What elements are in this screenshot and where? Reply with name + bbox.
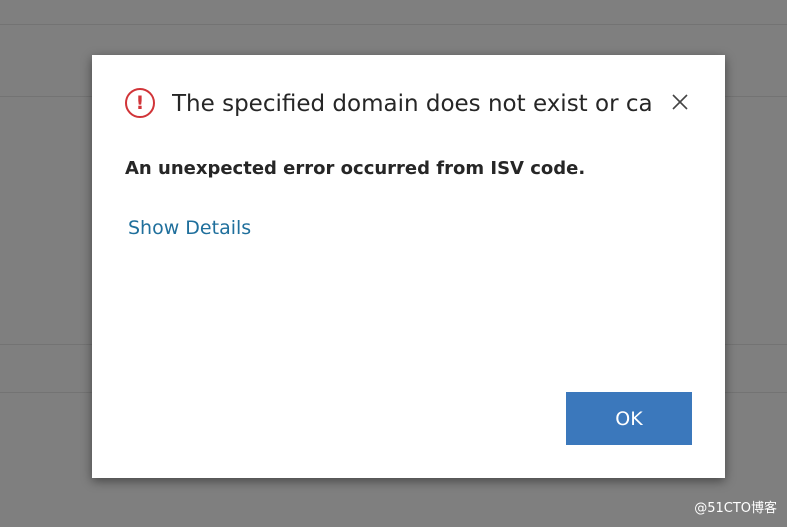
error-exclamation-icon: ! [125,88,155,118]
show-details-link[interactable]: Show Details [128,215,251,241]
watermark: @51CTO博客 [694,501,777,516]
error-dialog: ! The specified domain does not exist or… [92,55,725,478]
background-divider [0,24,787,25]
close-button[interactable] [669,91,691,113]
close-icon [672,94,688,110]
error-message: An unexpected error occurred from ISV co… [125,158,586,179]
dialog-title: The specified domain does not exist or c… [172,91,652,117]
ok-button[interactable]: OK [566,392,692,445]
